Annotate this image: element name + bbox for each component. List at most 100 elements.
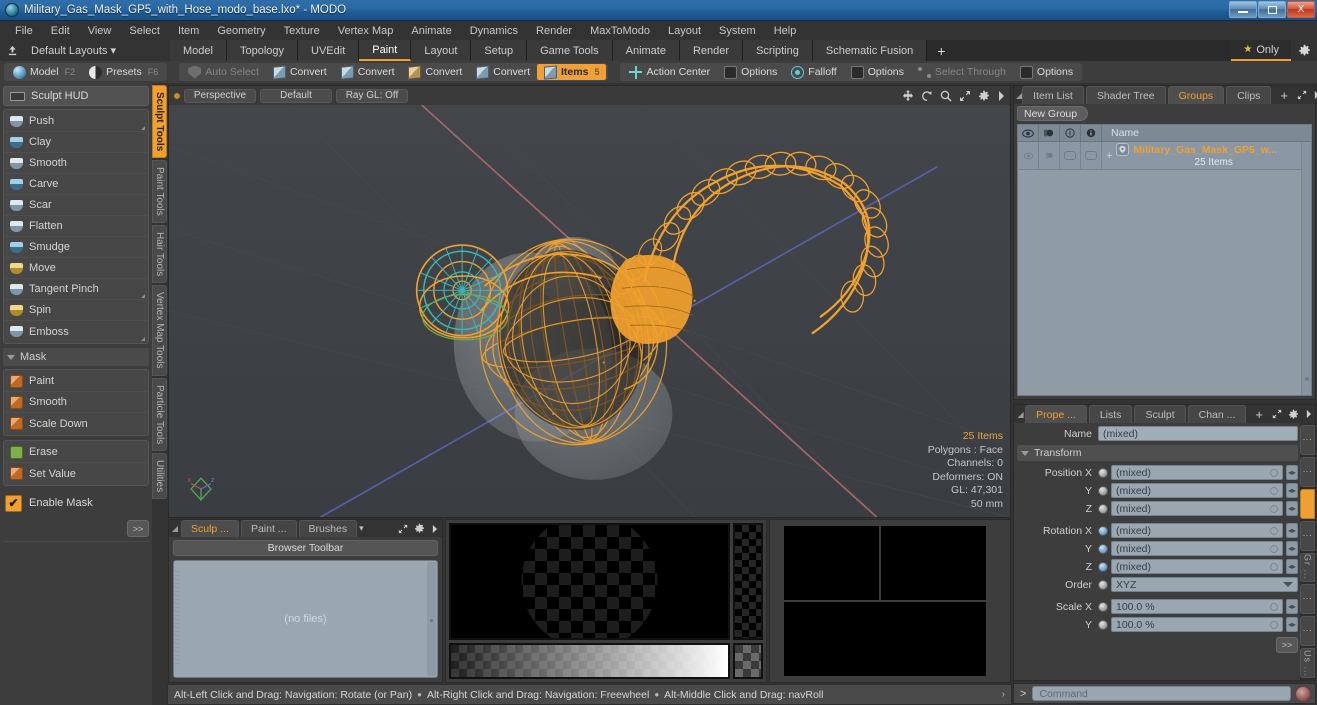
convert-edge-button[interactable]: Convert <box>334 64 402 80</box>
props-side-tab-4[interactable]: ⋮ <box>1300 520 1315 551</box>
viewport-view-mode[interactable]: Perspective <box>184 88 256 103</box>
expand-icon[interactable] <box>1297 90 1307 100</box>
props-side-tab-1[interactable]: ⋮ <box>1300 425 1315 455</box>
rotation-x-input[interactable]: (mixed) <box>1111 523 1283 538</box>
command-prompt-icon[interactable]: > <box>1018 688 1028 700</box>
tab-shader-tree[interactable]: Shader Tree <box>1085 86 1166 104</box>
gear-icon[interactable] <box>978 90 990 102</box>
position-z-stepper[interactable]: ◂▸ <box>1286 501 1298 516</box>
minimize-button[interactable] <box>1229 1 1257 18</box>
row-eye-toggle[interactable] <box>1018 142 1039 169</box>
browser-scrollbar[interactable] <box>427 562 436 676</box>
chevron-right-icon[interactable] <box>997 90 1005 102</box>
auto-select-button[interactable]: Auto Select <box>181 64 266 80</box>
scale-y-anim-dot[interactable] <box>1098 619 1108 630</box>
menu-animate[interactable]: Animate <box>402 23 460 39</box>
enable-mask-row[interactable]: ✔ Enable Mask <box>3 492 149 514</box>
position-y-anim-dot[interactable] <box>1098 485 1108 496</box>
menu-system[interactable]: System <box>710 23 765 39</box>
browser-tab-brushes[interactable]: Brushes <box>298 520 358 537</box>
props-side-tab-user[interactable]: Us ... <box>1300 648 1315 678</box>
position-x-anim-dot[interactable] <box>1098 467 1108 478</box>
tool-emboss[interactable]: Emboss <box>5 321 147 342</box>
tool-flatten[interactable]: Flatten <box>5 216 147 237</box>
menu-vertex-map[interactable]: Vertex Map <box>329 23 403 39</box>
tab-item-list[interactable]: Item List <box>1022 86 1084 104</box>
menu-texture[interactable]: Texture <box>275 23 329 39</box>
mask-tool-paint[interactable]: Paint <box>5 371 147 392</box>
move-icon[interactable] <box>902 89 914 102</box>
browser-panel-menu-icon[interactable]: ◢ <box>169 520 181 537</box>
gear-icon[interactable] <box>414 523 425 534</box>
mode-presets-button[interactable]: Presets F6 <box>82 64 165 80</box>
menu-layout[interactable]: Layout <box>659 23 710 39</box>
enable-mask-checkbox[interactable]: ✔ <box>5 494 22 512</box>
layout-upload-icon[interactable] <box>6 44 19 57</box>
new-group-button[interactable]: New Group <box>1017 106 1089 121</box>
scale-x-input[interactable]: 100.0 % <box>1111 599 1283 614</box>
expand-icon[interactable] <box>398 524 408 534</box>
sculpt-hud-button[interactable]: Sculpt HUD <box>3 86 149 106</box>
select-through-options-button[interactable]: Options <box>1013 64 1080 80</box>
groups-list-empty-area[interactable] <box>1018 170 1311 395</box>
rotation-y-stepper[interactable]: ◂▸ <box>1286 541 1298 556</box>
row-render-toggle[interactable] <box>1039 142 1060 169</box>
expand-row-icon[interactable]: + <box>1106 150 1112 162</box>
menu-maxtomodo[interactable]: MaxToModo <box>581 23 659 39</box>
menu-dynamics[interactable]: Dynamics <box>461 23 527 39</box>
tool-push[interactable]: Push <box>5 111 147 132</box>
tool-smooth[interactable]: Smooth <box>5 153 147 174</box>
uv-grid[interactable] <box>774 524 1006 678</box>
close-button[interactable]: X <box>1287 1 1315 18</box>
layout-tab-paint[interactable]: Paint <box>359 40 412 61</box>
gradient-preview[interactable] <box>449 643 730 679</box>
layout-gear-icon[interactable] <box>1291 40 1317 61</box>
col-eye-icon[interactable] <box>1018 125 1039 141</box>
add-properties-tab-button[interactable]: + <box>1248 405 1270 423</box>
mask-tool-scale-down[interactable]: Scale Down <box>5 413 147 434</box>
position-x-input[interactable]: (mixed) <box>1111 465 1283 480</box>
position-z-input[interactable]: (mixed) <box>1111 501 1283 516</box>
rotation-z-stepper[interactable]: ◂▸ <box>1286 559 1298 574</box>
order-dropdown[interactable]: XYZ <box>1111 577 1298 592</box>
table-row[interactable]: + Military_Gas_Mask_GP5_w... 25 Items <box>1018 142 1311 170</box>
sculpt-more-button[interactable]: >> <box>127 520 149 537</box>
tab-groups[interactable]: Groups <box>1167 86 1225 104</box>
layout-preset-label[interactable]: Default Layouts ▾ <box>31 44 116 57</box>
layout-tab-animate[interactable]: Animate <box>612 40 680 61</box>
tab-channels[interactable]: Chan ... <box>1187 405 1247 423</box>
tool-carve[interactable]: Carve <box>5 174 147 195</box>
transform-section-header[interactable]: Transform <box>1017 445 1298 461</box>
command-input[interactable]: Command <box>1032 686 1291 701</box>
layout-tab-model[interactable]: Model <box>170 40 227 61</box>
vtab-hair-tools[interactable]: Hair Tools <box>152 225 167 284</box>
properties-more-button[interactable]: >> <box>1276 637 1298 653</box>
vtab-sculpt-tools[interactable]: Sculpt Tools <box>152 85 167 159</box>
tool-tangent-pinch[interactable]: Tangent Pinch <box>5 279 147 300</box>
mask-tool-erase[interactable]: Erase <box>5 442 147 463</box>
menu-select[interactable]: Select <box>120 23 169 39</box>
record-icon[interactable] <box>1295 685 1311 702</box>
layout-tab-game-tools[interactable]: Game Tools <box>527 40 613 61</box>
mask-tool-smooth[interactable]: Smooth <box>5 392 147 413</box>
viewport-shading-mode[interactable]: Default <box>260 88 332 103</box>
rotation-y-anim-dot[interactable] <box>1098 543 1108 554</box>
convert-vertex-button[interactable]: Convert <box>266 64 334 80</box>
col-lock-icon[interactable] <box>1060 125 1081 141</box>
fit-icon[interactable] <box>959 90 971 102</box>
layout-tab-scripting[interactable]: Scripting <box>743 40 813 61</box>
convert-material-button[interactable]: Convert <box>469 64 537 80</box>
add-layout-tab-button[interactable]: + <box>927 40 956 61</box>
props-side-tab-groups[interactable]: Gr ... <box>1300 552 1315 583</box>
row-info-toggle[interactable] <box>1081 142 1102 169</box>
vtab-vertex-map-tools[interactable]: Vertex Map Tools <box>152 285 167 376</box>
chevron-right-icon[interactable] <box>1313 90 1317 100</box>
only-toggle-button[interactable]: ★ Only <box>1231 40 1291 61</box>
maximize-button[interactable] <box>1258 1 1286 18</box>
rotate-icon[interactable] <box>921 90 933 102</box>
mask-section-header[interactable]: Mask <box>3 348 149 366</box>
status-more-button[interactable]: › <box>1002 689 1005 700</box>
tab-sculpt[interactable]: Sculpt <box>1134 405 1186 423</box>
vtab-paint-tools[interactable]: Paint Tools <box>152 160 167 224</box>
menu-item[interactable]: Item <box>169 23 208 39</box>
